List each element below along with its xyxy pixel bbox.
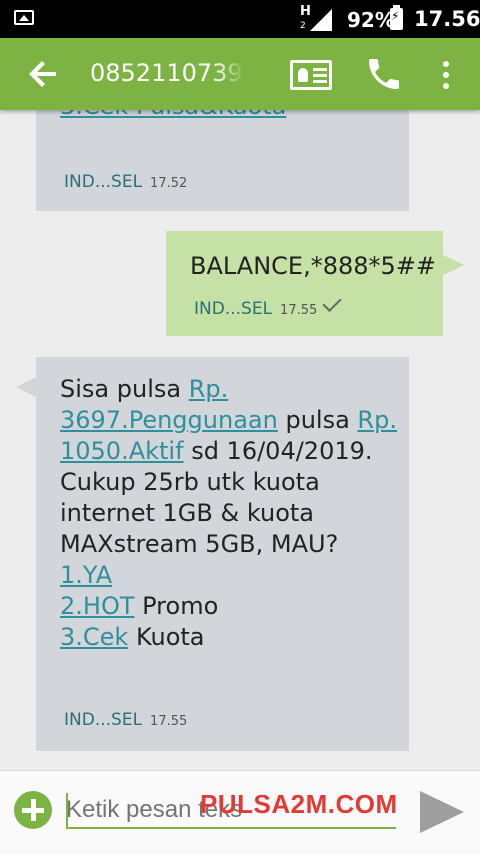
text-segment: pulsa — [277, 406, 358, 434]
message-time: 17.55 — [150, 714, 188, 729]
message-bubble-incoming[interactable]: Sisa pulsa Rp. 3697.Penggunaan pulsa Rp.… — [16, 357, 409, 751]
send-icon[interactable] — [420, 791, 464, 833]
text-segment: Sisa pulsa — [60, 375, 189, 403]
message-text: BALANCE,*888*5## — [190, 252, 437, 280]
signal-icon — [310, 9, 332, 31]
app-bar: 085211073909 — [0, 38, 480, 110]
message-meta: IND...SEL 17.55 — [64, 710, 187, 730]
sender-name: IND...SEL — [64, 172, 143, 192]
back-arrow-icon[interactable] — [26, 56, 62, 92]
sender-name: IND...SEL — [194, 299, 273, 319]
message-text: Sisa pulsa Rp. 3697.Penggunaan pulsa Rp.… — [60, 374, 405, 653]
contact-card-icon[interactable] — [290, 60, 332, 90]
text-segment: Promo — [134, 592, 219, 620]
sender-name: IND...SEL — [64, 710, 143, 730]
message-meta: IND...SEL 17.52 — [64, 172, 187, 192]
add-attachment-icon[interactable] — [14, 791, 52, 829]
phone-call-icon[interactable] — [364, 54, 404, 94]
battery-percentage: 92% — [347, 8, 395, 32]
message-time: 17.55 — [280, 303, 318, 318]
option-ya-link[interactable]: 1.YA — [60, 561, 112, 589]
text-cursor — [66, 793, 68, 827]
option-hot-link[interactable]: 2.HOT — [60, 592, 135, 620]
compose-bar: PULSA2M.COM — [0, 770, 480, 855]
contact-number: 085211073909 — [90, 59, 245, 87]
watermark-logo: PULSA2M.COM — [200, 789, 398, 819]
battery-charging-icon — [390, 5, 403, 30]
message-bubble-outgoing[interactable]: BALANCE,*888*5## IND...SEL 17.55 — [166, 231, 464, 336]
option-cek-link[interactable]: 3.Cek — [60, 623, 128, 651]
overflow-menu-icon[interactable] — [438, 58, 454, 92]
sent-check-icon — [322, 292, 342, 313]
status-clock: 17.56 — [414, 7, 480, 31]
message-time: 17.52 — [150, 176, 188, 191]
text-segment: Kuota — [128, 623, 205, 651]
image-notification-icon — [14, 10, 34, 25]
status-bar: H 2 92% 17.56 — [0, 0, 480, 38]
message-meta: IND...SEL 17.55 — [194, 292, 342, 319]
sim-slot: 2 — [300, 21, 306, 31]
